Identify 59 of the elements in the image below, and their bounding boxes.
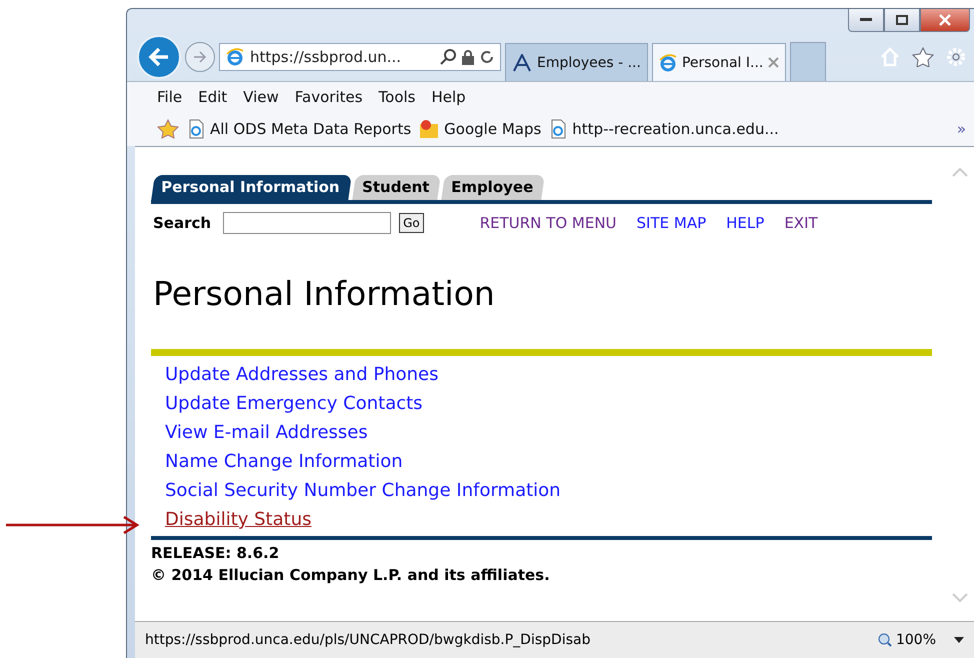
nav-link[interactable]: SITE MAP	[636, 214, 706, 232]
menu-link[interactable]: Update Emergency Contacts	[165, 391, 423, 416]
favorite-link[interactable]: All ODS Meta Data Reports	[187, 119, 412, 139]
release-text: RELEASE: 8.6.2	[151, 544, 280, 562]
menu-item[interactable]: File	[157, 88, 182, 106]
maximize-icon	[896, 15, 908, 25]
star-icon[interactable]	[912, 47, 934, 67]
menu-link[interactable]: Update Addresses and Phones	[165, 362, 438, 387]
nav-link[interactable]: HELP	[726, 214, 764, 232]
menu-item[interactable]: Favorites	[294, 88, 363, 106]
nav-link[interactable]: RETURN TO MENU	[480, 214, 617, 232]
forward-arrow-icon	[193, 50, 207, 64]
copyright-text: © 2014 Ellucian Company L.P. and its affiliates.	[151, 566, 551, 584]
settings-icon[interactable]	[946, 47, 966, 67]
browser-tab[interactable]: Personal I...	[652, 43, 786, 81]
browser-page-icon	[658, 54, 677, 72]
menu-link[interactable]: View E-mail Addresses	[165, 420, 368, 445]
close-icon	[939, 14, 951, 26]
favorite-link[interactable]: Google Maps	[419, 119, 542, 139]
forward-button[interactable]	[185, 42, 215, 72]
section-tab[interactable]: Personal Information	[151, 175, 352, 200]
browser-tab[interactable]: Employees - ...	[505, 43, 648, 81]
page-heading: Personal Information	[153, 274, 496, 313]
menu-item[interactable]: Edit	[198, 88, 228, 106]
search-icon	[440, 49, 456, 65]
minimize-button[interactable]	[848, 9, 884, 32]
section-tab[interactable]: Employee	[441, 175, 545, 200]
status-url: https://ssbprod.unca.edu/pls/UNCAPROD/bwgkdisb.P_DispDisab	[145, 632, 590, 648]
close-tab-icon[interactable]	[768, 57, 780, 68]
dropdown-caret-icon	[954, 637, 964, 643]
address-field[interactable]: https://ssbprod.un...	[219, 43, 501, 71]
zoom-control[interactable]: 100%	[878, 632, 964, 648]
nav-link[interactable]: EXIT	[784, 214, 818, 232]
favorites-star-icon[interactable]	[157, 119, 179, 139]
menu-link[interactable]: Social Security Number Change Information	[165, 478, 561, 503]
page-icon	[187, 119, 205, 139]
page-icon	[549, 119, 568, 139]
browser-page-icon	[226, 48, 244, 66]
lock-icon	[462, 50, 474, 64]
close-button[interactable]	[920, 9, 970, 32]
map-icon	[419, 119, 440, 139]
zoom-icon	[878, 633, 892, 647]
menu-link[interactable]: Disability Status	[165, 507, 312, 532]
refresh-icon	[480, 50, 494, 64]
document-icon	[512, 54, 532, 72]
search-field[interactable]	[223, 212, 392, 234]
back-button[interactable]	[137, 35, 181, 79]
back-arrow-icon	[148, 47, 170, 67]
menu-item[interactable]: Help	[432, 88, 466, 106]
go-button[interactable]: Go	[399, 213, 424, 233]
search-label: Search	[153, 214, 212, 232]
section-tab[interactable]: Student	[352, 175, 441, 200]
more-favorites-chevron[interactable]: »	[956, 120, 974, 138]
favorite-link[interactable]: http--recreation.unca.edu...	[549, 119, 779, 139]
menu-item[interactable]: Tools	[378, 88, 416, 106]
menu-link[interactable]: Name Change Information	[165, 449, 403, 474]
minimize-icon	[860, 18, 872, 22]
maximize-button[interactable]	[884, 9, 920, 32]
menu-item[interactable]: View	[243, 88, 279, 106]
